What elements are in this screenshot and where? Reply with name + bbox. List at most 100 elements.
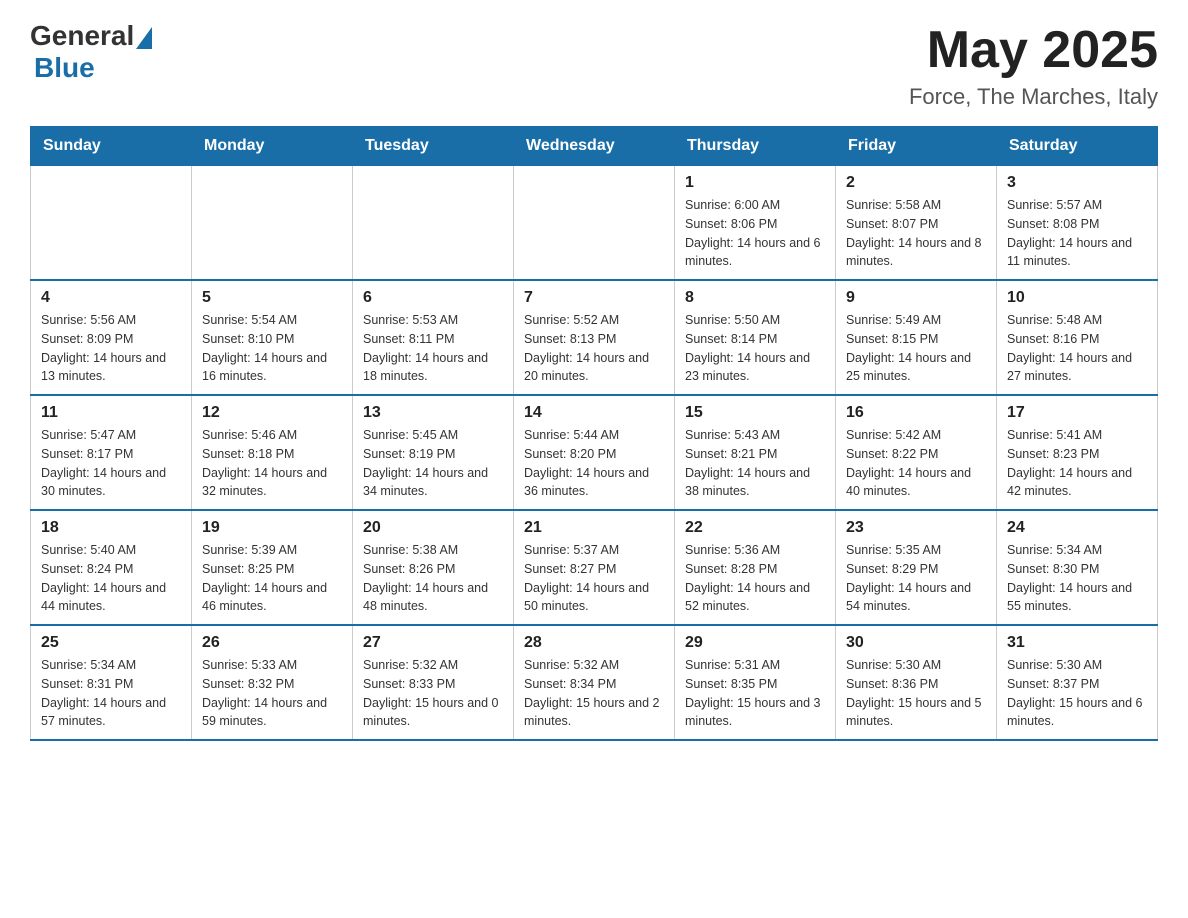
day-number: 9 [846,289,986,307]
day-number: 6 [363,289,503,307]
day-info: Sunrise: 5:45 AM Sunset: 8:19 PM Dayligh… [363,426,503,501]
day-info: Sunrise: 6:00 AM Sunset: 8:06 PM Dayligh… [685,196,825,271]
day-number: 25 [41,634,181,652]
day-info: Sunrise: 5:47 AM Sunset: 8:17 PM Dayligh… [41,426,181,501]
calendar-cell [353,166,514,281]
day-info: Sunrise: 5:35 AM Sunset: 8:29 PM Dayligh… [846,541,986,616]
day-number: 30 [846,634,986,652]
calendar-cell: 18Sunrise: 5:40 AM Sunset: 8:24 PM Dayli… [31,510,192,625]
weekday-header: Sunday [31,127,192,166]
weekday-header: Tuesday [353,127,514,166]
day-number: 20 [363,519,503,537]
day-number: 1 [685,174,825,192]
day-info: Sunrise: 5:48 AM Sunset: 8:16 PM Dayligh… [1007,311,1147,386]
day-number: 28 [524,634,664,652]
calendar-cell: 20 Sunrise: 5:38 AM Sunset: 8:26 PM Dayli… [353,510,514,625]
calendar-cell [31,166,192,281]
calendar-cell: 23 Sunrise: 5:35 AM Sunset: 8:29 PM Dayli… [836,510,997,625]
calendar-cell: 12 Sunrise: 5:46 AM Sunset: 8:18 PM Dayli… [192,395,353,510]
day-info: Sunrise: 5:30 AM Sunset: 8:36 PM Dayligh… [846,656,986,731]
day-info: Sunrise: 5:39 AM Sunset: 8:25 PM Dayligh… [202,541,342,616]
calendar-cell: 13 Sunrise: 5:45 AM Sunset: 8:19 PM Dayli… [353,395,514,510]
calendar-cell: 16 Sunrise: 5:42 AM Sunset: 8:22 PM Dayli… [836,395,997,510]
day-info: Sunrise: 5:31 AM Sunset: 8:35 PM Dayligh… [685,656,825,731]
calendar-cell: 25 Sunrise: 5:34 AM Sunset: 8:31 PM Dayli… [31,625,192,740]
calendar-cell: 11 Sunrise: 5:47 AM Sunset: 8:17 PM Dayli… [31,395,192,510]
calendar-cell: 4Sunrise: 5:56 AM Sunset: 8:09 PM Daylig… [31,280,192,395]
day-number: 11 [41,404,181,422]
calendar-cell: 27 Sunrise: 5:32 AM Sunset: 8:33 PM Dayli… [353,625,514,740]
day-info: Sunrise: 5:34 AM Sunset: 8:31 PM Dayligh… [41,656,181,731]
title-area: May 2025 Force, The Marches, Italy [909,20,1158,110]
day-info: Sunrise: 5:43 AM Sunset: 8:21 PM Dayligh… [685,426,825,501]
day-number: 12 [202,404,342,422]
day-info: Sunrise: 5:33 AM Sunset: 8:32 PM Dayligh… [202,656,342,731]
day-info: Sunrise: 5:58 AM Sunset: 8:07 PM Dayligh… [846,196,986,271]
day-info: Sunrise: 5:46 AM Sunset: 8:18 PM Dayligh… [202,426,342,501]
logo-general-text: General [30,20,134,52]
weekday-header: Saturday [997,127,1158,166]
weekday-header: Friday [836,127,997,166]
day-info: Sunrise: 5:32 AM Sunset: 8:33 PM Dayligh… [363,656,503,731]
day-number: 22 [685,519,825,537]
calendar-week-row: 11 Sunrise: 5:47 AM Sunset: 8:17 PM Dayli… [31,395,1158,510]
day-number: 24 [1007,519,1147,537]
calendar-cell: 28 Sunrise: 5:32 AM Sunset: 8:34 PM Dayli… [514,625,675,740]
day-info: Sunrise: 5:38 AM Sunset: 8:26 PM Dayligh… [363,541,503,616]
logo-triangle-icon [136,27,152,49]
day-number: 8 [685,289,825,307]
calendar-cell: 24Sunrise: 5:34 AM Sunset: 8:30 PM Dayli… [997,510,1158,625]
location-title: Force, The Marches, Italy [909,84,1158,110]
calendar-table: SundayMondayTuesdayWednesdayThursdayFrid… [30,126,1158,741]
calendar-cell: 29 Sunrise: 5:31 AM Sunset: 8:35 PM Dayli… [675,625,836,740]
day-info: Sunrise: 5:56 AM Sunset: 8:09 PM Dayligh… [41,311,181,386]
calendar-week-row: 1 Sunrise: 6:00 AM Sunset: 8:06 PM Daylig… [31,166,1158,281]
day-info: Sunrise: 5:42 AM Sunset: 8:22 PM Dayligh… [846,426,986,501]
day-number: 23 [846,519,986,537]
day-info: Sunrise: 5:37 AM Sunset: 8:27 PM Dayligh… [524,541,664,616]
calendar-cell: 17 Sunrise: 5:41 AM Sunset: 8:23 PM Dayli… [997,395,1158,510]
day-info: Sunrise: 5:41 AM Sunset: 8:23 PM Dayligh… [1007,426,1147,501]
calendar-cell: 5 Sunrise: 5:54 AM Sunset: 8:10 PM Daylig… [192,280,353,395]
day-number: 29 [685,634,825,652]
calendar-cell: 3 Sunrise: 5:57 AM Sunset: 8:08 PM Daylig… [997,166,1158,281]
weekday-header: Thursday [675,127,836,166]
calendar-cell: 31Sunrise: 5:30 AM Sunset: 8:37 PM Dayli… [997,625,1158,740]
calendar-cell [514,166,675,281]
day-number: 3 [1007,174,1147,192]
day-number: 2 [846,174,986,192]
day-info: Sunrise: 5:49 AM Sunset: 8:15 PM Dayligh… [846,311,986,386]
day-info: Sunrise: 5:30 AM Sunset: 8:37 PM Dayligh… [1007,656,1147,731]
calendar-cell: 8Sunrise: 5:50 AM Sunset: 8:14 PM Daylig… [675,280,836,395]
day-number: 17 [1007,404,1147,422]
calendar-cell: 30 Sunrise: 5:30 AM Sunset: 8:36 PM Dayli… [836,625,997,740]
day-info: Sunrise: 5:40 AM Sunset: 8:24 PM Dayligh… [41,541,181,616]
logo-blue-text: Blue [34,52,95,84]
day-info: Sunrise: 5:52 AM Sunset: 8:13 PM Dayligh… [524,311,664,386]
day-number: 27 [363,634,503,652]
day-number: 13 [363,404,503,422]
calendar-cell: 1 Sunrise: 6:00 AM Sunset: 8:06 PM Daylig… [675,166,836,281]
calendar-cell: 26 Sunrise: 5:33 AM Sunset: 8:32 PM Dayli… [192,625,353,740]
month-title: May 2025 [909,20,1158,80]
day-number: 16 [846,404,986,422]
day-info: Sunrise: 5:54 AM Sunset: 8:10 PM Dayligh… [202,311,342,386]
page-header: General Blue May 2025 Force, The Marches… [30,20,1158,110]
calendar-week-row: 25 Sunrise: 5:34 AM Sunset: 8:31 PM Dayli… [31,625,1158,740]
day-number: 26 [202,634,342,652]
calendar-cell [192,166,353,281]
day-info: Sunrise: 5:57 AM Sunset: 8:08 PM Dayligh… [1007,196,1147,271]
calendar-cell: 10 Sunrise: 5:48 AM Sunset: 8:16 PM Dayli… [997,280,1158,395]
day-number: 21 [524,519,664,537]
day-number: 10 [1007,289,1147,307]
weekday-header: Monday [192,127,353,166]
calendar-header-row: SundayMondayTuesdayWednesdayThursdayFrid… [31,127,1158,166]
calendar-cell: 22Sunrise: 5:36 AM Sunset: 8:28 PM Dayli… [675,510,836,625]
day-number: 19 [202,519,342,537]
day-number: 5 [202,289,342,307]
calendar-cell: 7Sunrise: 5:52 AM Sunset: 8:13 PM Daylig… [514,280,675,395]
calendar-cell: 6Sunrise: 5:53 AM Sunset: 8:11 PM Daylig… [353,280,514,395]
day-info: Sunrise: 5:32 AM Sunset: 8:34 PM Dayligh… [524,656,664,731]
day-number: 15 [685,404,825,422]
calendar-cell: 2 Sunrise: 5:58 AM Sunset: 8:07 PM Daylig… [836,166,997,281]
